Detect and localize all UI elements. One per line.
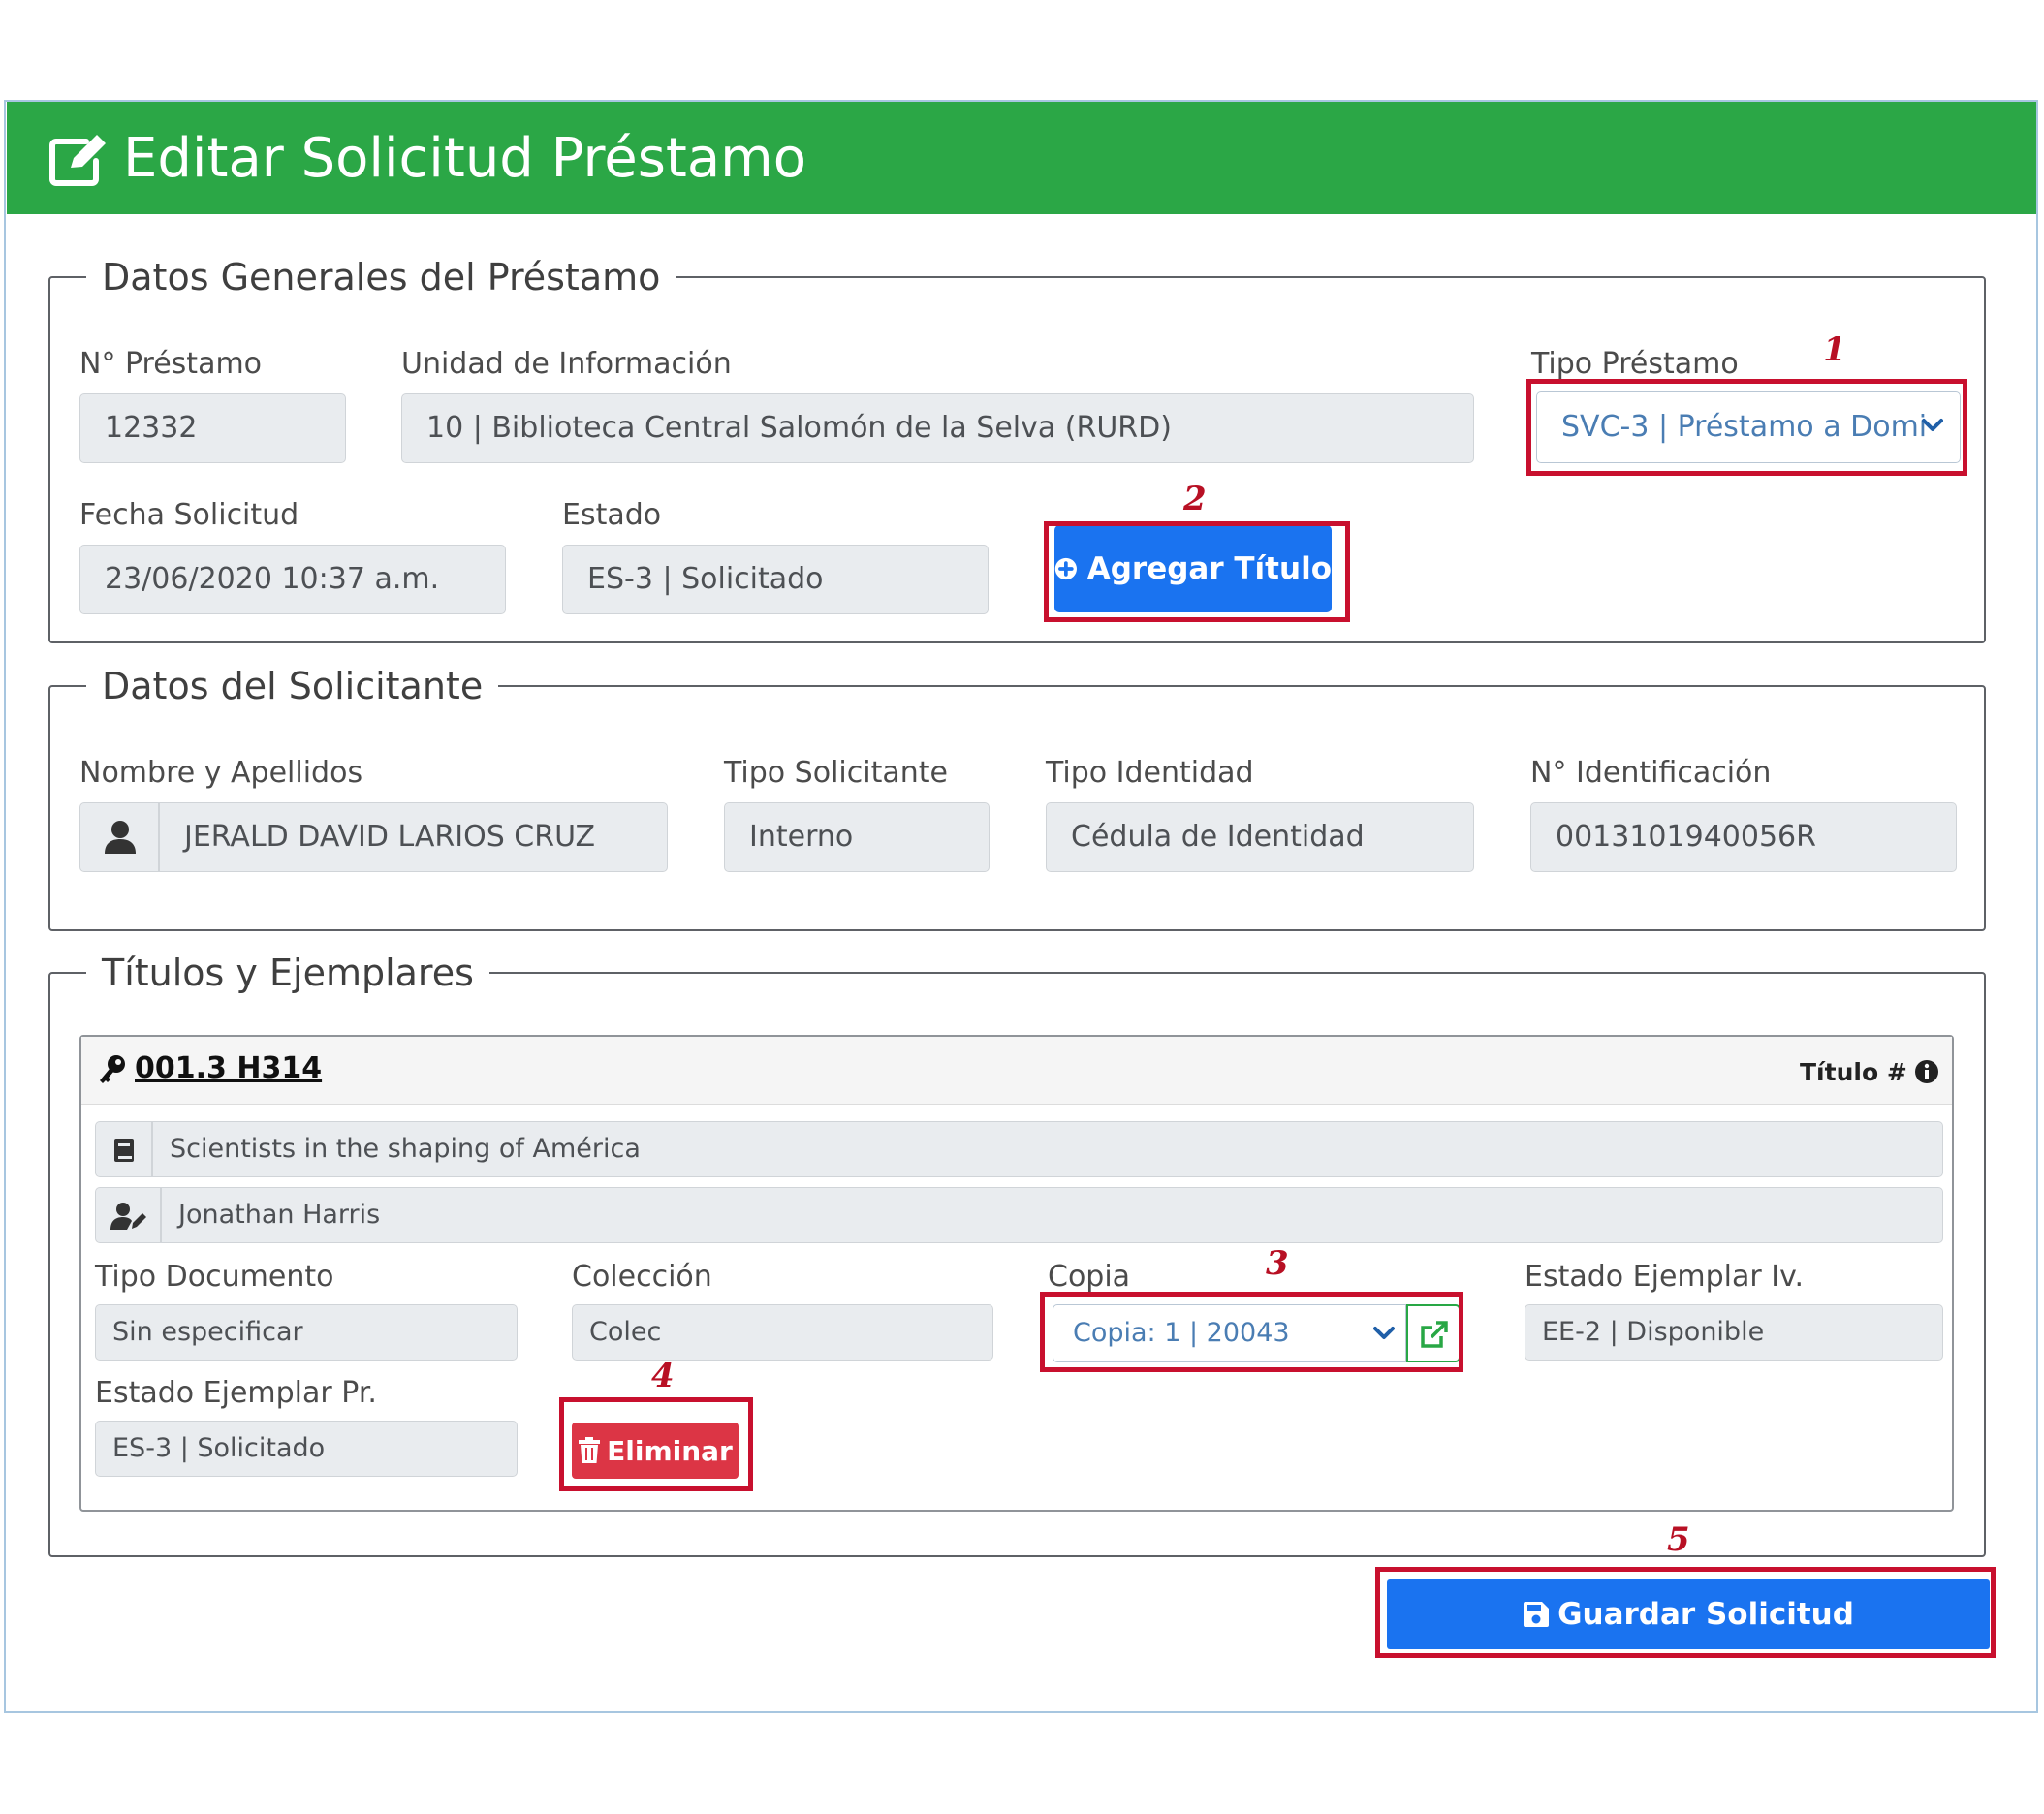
loan-number-label: N° Préstamo bbox=[79, 347, 263, 381]
annotation-marker-4: 4 bbox=[651, 1357, 675, 1395]
key-icon bbox=[100, 1055, 125, 1083]
general-data-legend: Datos Generales del Préstamo bbox=[102, 256, 661, 298]
book-icon bbox=[114, 1139, 134, 1162]
request-date-field[interactable]: 23/06/2020 10:37 a.m. bbox=[79, 545, 506, 614]
collection-field[interactable]: Colec bbox=[572, 1304, 993, 1360]
copy-label: Copia bbox=[1048, 1260, 1131, 1294]
id-number-label: N° Identificación bbox=[1530, 756, 1772, 790]
id-number-field[interactable]: 0013101940056R bbox=[1530, 802, 1957, 872]
author-field[interactable]: Jonathan Harris bbox=[161, 1187, 1943, 1243]
edit-icon bbox=[49, 135, 106, 186]
loan-type-label: Tipo Préstamo bbox=[1531, 347, 1739, 381]
author-addon bbox=[95, 1187, 161, 1243]
book-addon bbox=[95, 1121, 152, 1177]
annotation-marker-3: 3 bbox=[1266, 1244, 1289, 1283]
annotation-box-1 bbox=[1526, 379, 1967, 476]
annotation-box-4 bbox=[559, 1397, 753, 1491]
inventory-status-field[interactable]: EE-2 | Disponible bbox=[1525, 1304, 1943, 1360]
document-type-field[interactable]: Sin especificar bbox=[95, 1304, 518, 1360]
annotation-marker-1: 1 bbox=[1823, 330, 1846, 369]
user-icon bbox=[105, 821, 136, 854]
info-unit-field[interactable]: 10 | Biblioteca Central Salomón de la Se… bbox=[401, 393, 1474, 463]
user-edit-icon bbox=[110, 1203, 146, 1230]
annotation-marker-2: 2 bbox=[1183, 480, 1207, 518]
applicant-type-label: Tipo Solicitante bbox=[724, 756, 948, 790]
annotation-box-5 bbox=[1375, 1567, 1996, 1658]
id-type-label: Tipo Identidad bbox=[1046, 756, 1254, 790]
status-field[interactable]: ES-3 | Solicitado bbox=[562, 545, 989, 614]
applicant-type-field[interactable]: Interno bbox=[724, 802, 990, 872]
loan-number-field[interactable]: 12332 bbox=[79, 393, 346, 463]
inventory-status-label: Estado Ejemplar Iv. bbox=[1525, 1260, 1805, 1294]
title-number-label: Título # 1 bbox=[1800, 1058, 1933, 1086]
applicant-section: Datos del Solicitante bbox=[48, 664, 1986, 931]
loan-item-status-field[interactable]: ES-3 | Solicitado bbox=[95, 1421, 518, 1477]
info-icon[interactable] bbox=[1914, 1059, 1939, 1084]
annotation-box-3 bbox=[1040, 1292, 1463, 1372]
applicant-legend: Datos del Solicitante bbox=[102, 665, 484, 707]
call-number-link[interactable]: 001.3 H314 bbox=[135, 1051, 322, 1086]
status-label: Estado bbox=[562, 498, 662, 532]
page-title: Editar Solicitud Préstamo bbox=[123, 127, 806, 190]
info-unit-label: Unidad de Información bbox=[401, 347, 732, 381]
document-type-label: Tipo Documento bbox=[95, 1260, 334, 1294]
request-date-label: Fecha Solicitud bbox=[79, 498, 299, 532]
book-title-field[interactable]: Scientists in the shaping of América bbox=[152, 1121, 1943, 1177]
annotation-box-2 bbox=[1044, 521, 1350, 622]
applicant-name-field[interactable]: JERALD DAVID LARIOS CRUZ bbox=[159, 802, 668, 872]
loan-item-status-label: Estado Ejemplar Pr. bbox=[95, 1376, 377, 1410]
id-type-field[interactable]: Cédula de Identidad bbox=[1046, 802, 1474, 872]
annotation-marker-5: 5 bbox=[1667, 1520, 1690, 1559]
applicant-name-label: Nombre y Apellidos bbox=[79, 756, 363, 790]
collection-label: Colección bbox=[572, 1260, 712, 1294]
title-card-header bbox=[81, 1037, 1952, 1105]
applicant-name-addon bbox=[79, 802, 159, 872]
titles-legend: Títulos y Ejemplares bbox=[102, 952, 474, 994]
